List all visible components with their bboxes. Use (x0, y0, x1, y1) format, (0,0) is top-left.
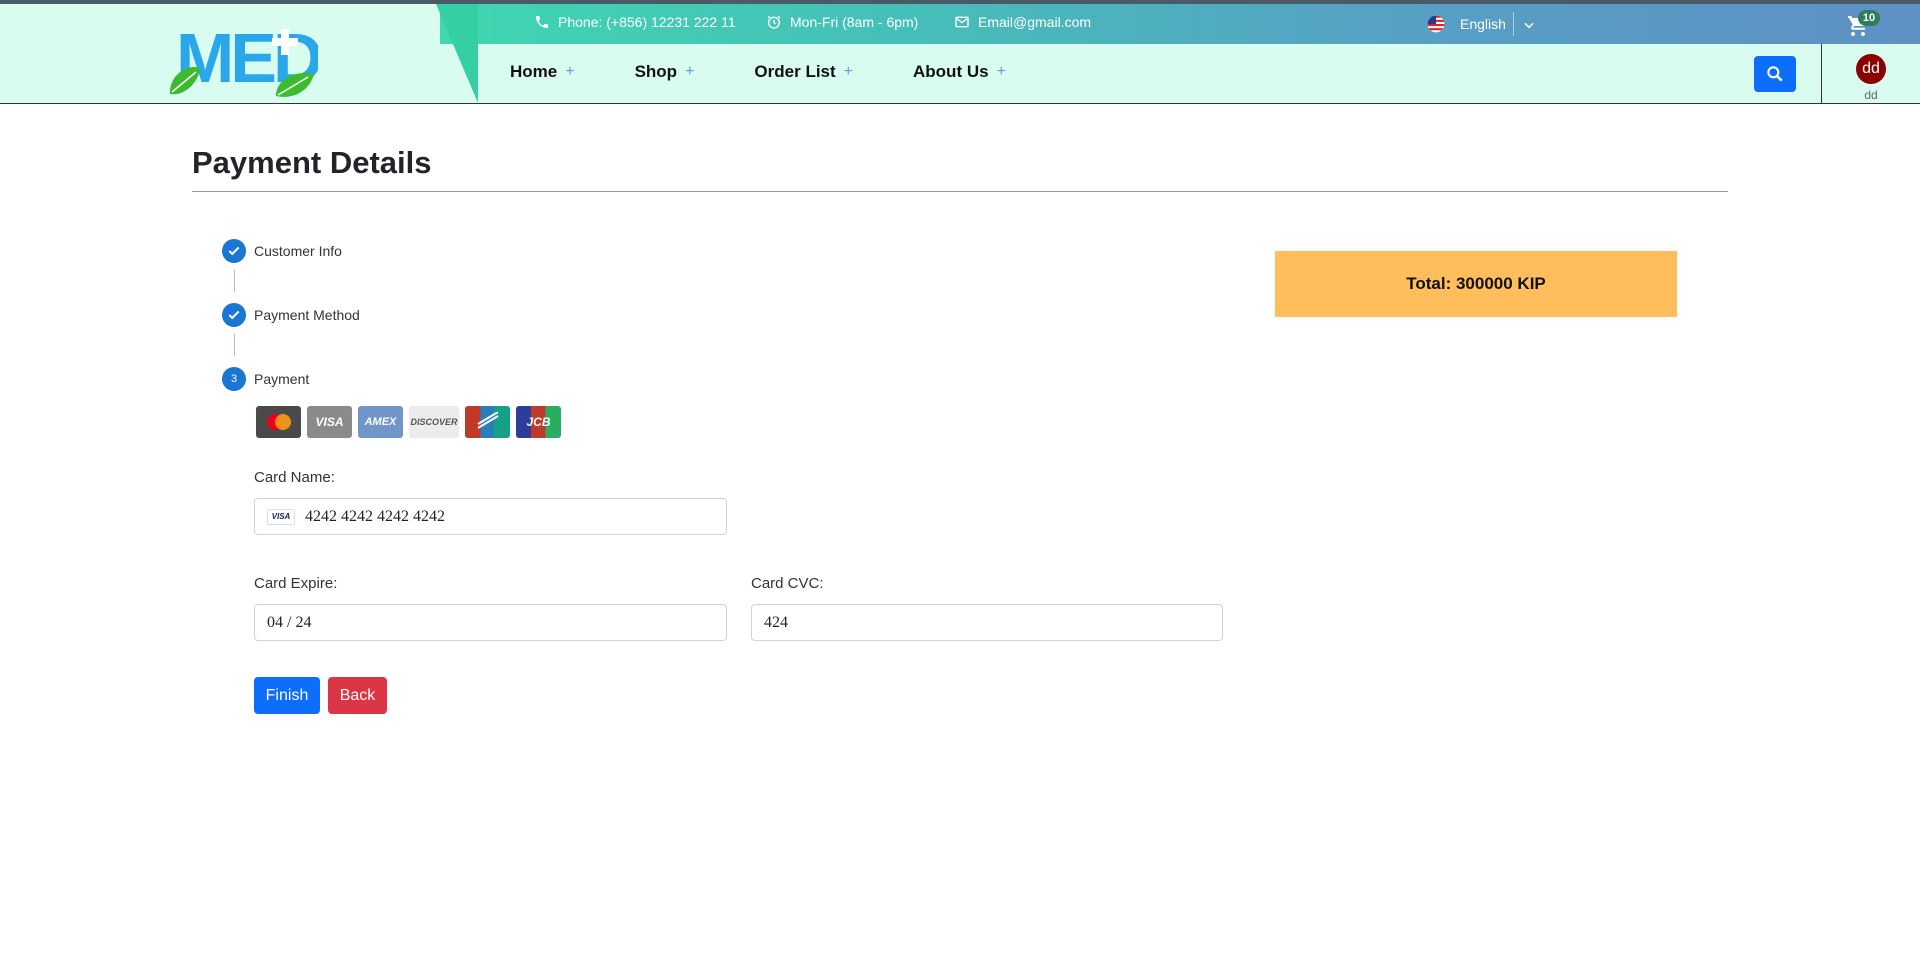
step-customer-info-check (222, 239, 246, 263)
language-label: English (1460, 16, 1506, 32)
nav-order-list-plus: + (843, 63, 854, 80)
card-expire-label: Card Expire: (254, 575, 338, 592)
phone-info: Phone: (+856) 12231 222 11 (534, 14, 736, 30)
nav-shop-label: Shop (634, 62, 678, 81)
nav-shop[interactable]: Shop + (635, 62, 695, 82)
card-brand-logos: VISA AMEX DISCOVER JCB (256, 406, 561, 438)
page-title: Payment Details (192, 145, 432, 180)
step-connector (234, 334, 235, 356)
step-payment-number: 3 (222, 367, 246, 391)
hours-text: Mon-Fri (8am - 6pm) (790, 14, 919, 30)
nav-home[interactable]: Home + (510, 62, 575, 82)
check-icon (228, 310, 240, 320)
finish-button[interactable]: Finish (254, 677, 320, 714)
card-expire-value: 04 / 24 (267, 613, 312, 631)
nav-shop-plus: + (685, 63, 695, 80)
us-flag-icon (1427, 15, 1445, 33)
alarm-clock-icon (767, 15, 781, 29)
med-logo[interactable]: MED (168, 16, 318, 102)
language-divider (1513, 12, 1514, 36)
main-nav: Home + Shop + Order List + About Us + (510, 62, 1006, 82)
step-customer-info-label: Customer Info (254, 243, 342, 259)
language-selector[interactable]: English (1426, 14, 1506, 34)
site-header: MED Phone: (+856) 12231 222 11 Mon-Fri (… (0, 4, 1920, 104)
diners-club-logo-icon (465, 406, 510, 438)
nav-home-plus: + (565, 63, 575, 80)
step-connector (234, 270, 235, 292)
nav-about-us-plus: + (996, 63, 1006, 80)
nav-about-us[interactable]: About Us + (913, 62, 1006, 82)
mastercard-logo-icon (256, 406, 301, 438)
card-expire-field[interactable]: 04 / 24 (254, 604, 727, 641)
cart-count-badge: 10 (1858, 10, 1880, 26)
card-cvc-field[interactable]: 424 (751, 604, 1223, 641)
card-number-value: 4242 4242 4242 4242 (305, 507, 445, 525)
chevron-down-icon[interactable] (1522, 18, 1536, 32)
card-number-field[interactable]: VISA 4242 4242 4242 4242 (254, 498, 727, 535)
mail-icon (955, 16, 969, 28)
user-avatar[interactable]: dd (1856, 54, 1886, 84)
phone-text: Phone: (+856) 12231 222 11 (558, 14, 736, 30)
visa-logo-icon: VISA (307, 406, 352, 438)
card-name-label: Card Name: (254, 469, 335, 486)
nav-order-list-label: Order List (754, 62, 836, 81)
nav-order-list[interactable]: Order List + (754, 62, 853, 82)
discover-logo-icon: DISCOVER (409, 406, 459, 438)
nav-home-label: Home (510, 62, 558, 81)
card-cvc-label: Card CVC: (751, 575, 824, 592)
back-button[interactable]: Back (328, 677, 387, 714)
jcb-logo-icon: JCB (516, 406, 561, 438)
header-slant (436, 4, 478, 103)
email-info: Email@gmail.com (954, 14, 1091, 30)
hours-info: Mon-Fri (8am - 6pm) (766, 14, 918, 30)
step-payment-method-label: Payment Method (254, 307, 360, 323)
amex-logo-icon: AMEX (358, 406, 403, 438)
email-text: Email@gmail.com (978, 14, 1092, 30)
search-button[interactable] (1754, 56, 1796, 92)
check-icon (228, 246, 240, 256)
card-cvc-value: 424 (764, 613, 788, 631)
phone-icon (536, 16, 548, 28)
step-payment-label: Payment (254, 371, 310, 387)
step-payment-method-check (222, 303, 246, 327)
total-summary: Total: 300000 KIP (1275, 251, 1677, 317)
nav-about-us-label: About Us (913, 62, 989, 81)
user-name: dd (1864, 88, 1878, 102)
nav-divider (1821, 44, 1822, 103)
visa-card-icon: VISA (267, 508, 295, 525)
search-icon (1767, 66, 1783, 82)
title-divider (192, 191, 1728, 192)
